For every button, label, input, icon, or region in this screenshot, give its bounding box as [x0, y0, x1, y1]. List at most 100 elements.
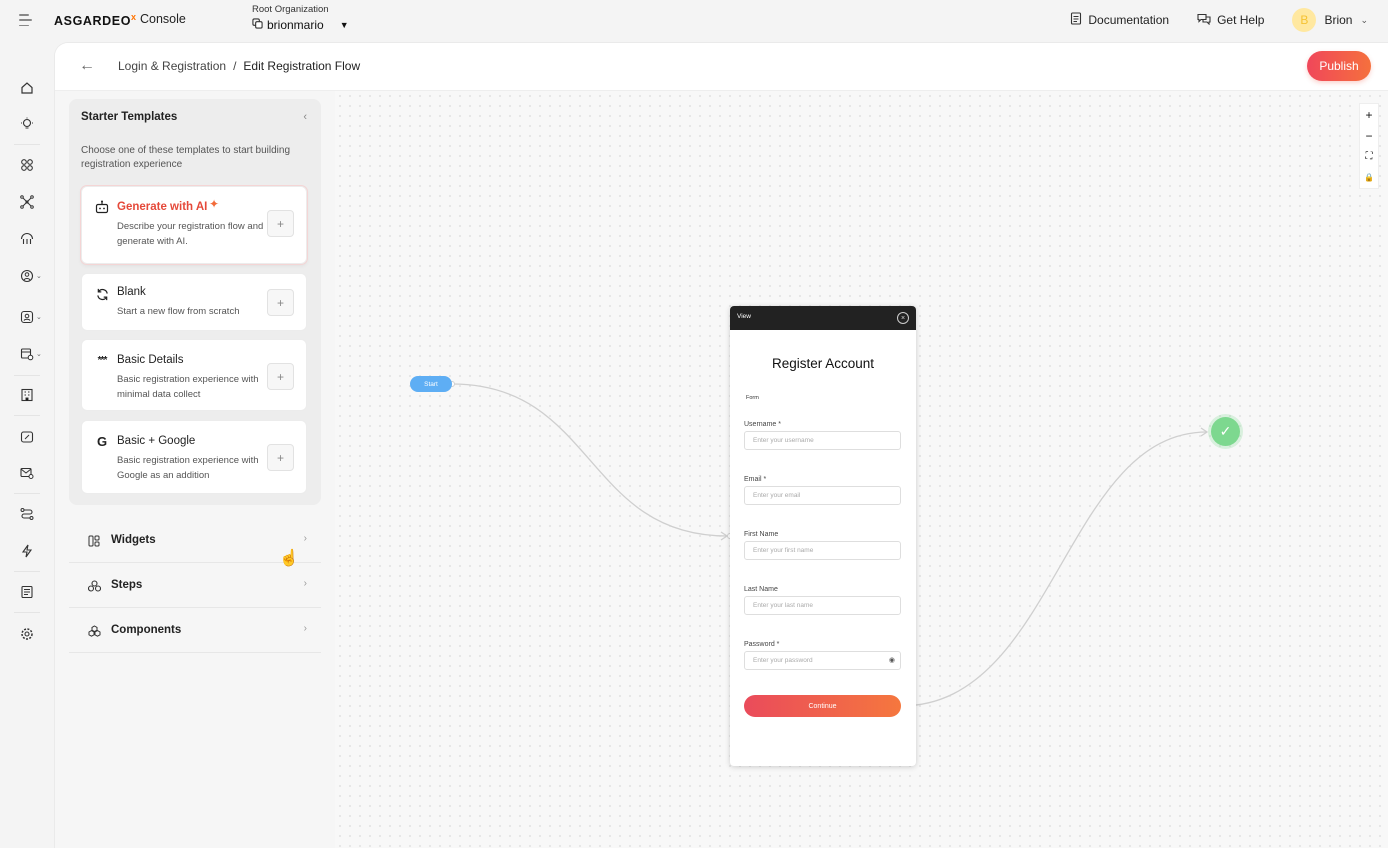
chevron-right-icon: ›: [303, 623, 307, 634]
template-description: Start a new flow from scratch: [117, 306, 240, 317]
publish-button[interactable]: Publish: [1307, 51, 1371, 81]
documentation-link[interactable]: Documentation: [1070, 12, 1169, 28]
applications-icon[interactable]: [19, 157, 35, 173]
starter-templates-panel: Starter Templates ‹ Choose one of these …: [69, 99, 321, 505]
breadcrumb-current: Edit Registration Flow: [243, 59, 361, 73]
section-label: Components: [111, 624, 182, 636]
password-dots-icon: ***: [97, 354, 108, 366]
page-header: ← Login & Registration / Edit Registrati…: [55, 43, 1388, 91]
user-menu[interactable]: B Brion ⌄: [1292, 8, 1368, 32]
template-title: Basic Details: [117, 354, 184, 366]
user-management-icon[interactable]: [19, 268, 35, 284]
fit-view-button[interactable]: ⛶: [1360, 146, 1378, 167]
section-steps[interactable]: Steps ›: [69, 564, 321, 608]
template-card-basic-details[interactable]: *** Basic Details Basic registration exp…: [81, 339, 307, 411]
logo[interactable]: ASGARDEOx: [54, 12, 137, 28]
database-icon[interactable]: [19, 346, 35, 362]
last-name-field[interactable]: Enter your last name: [744, 596, 901, 615]
eye-icon[interactable]: ◉: [889, 656, 895, 664]
checkmark-icon: ✓: [1219, 423, 1232, 439]
back-arrow-icon[interactable]: ←: [79, 57, 95, 75]
product-name: Console: [140, 12, 186, 26]
section-components[interactable]: Components ›: [69, 609, 321, 653]
template-title: Blank: [117, 286, 146, 298]
email-settings-icon[interactable]: [19, 465, 35, 481]
add-template-button[interactable]: +: [267, 363, 294, 390]
logs-icon[interactable]: [19, 584, 35, 600]
flows-icon[interactable]: [19, 506, 35, 522]
chevron-down-icon: ⌄: [36, 351, 42, 358]
user-name: Brion: [1324, 13, 1353, 27]
add-template-button[interactable]: +: [267, 444, 294, 471]
breadcrumb-parent[interactable]: Login & Registration: [118, 59, 226, 73]
field-label: Username *: [744, 421, 781, 428]
template-description: Describe your registration flow and gene…: [117, 221, 264, 247]
get-help-link[interactable]: Get Help: [1197, 13, 1264, 28]
zoom-in-button[interactable]: +: [1360, 104, 1378, 125]
settings-gear-icon[interactable]: [19, 626, 35, 642]
branding-icon[interactable]: [19, 429, 35, 445]
left-nav: ⌄ ⌄ ⌄: [0, 42, 54, 848]
chevron-left-icon[interactable]: ‹: [303, 111, 307, 123]
template-card-ai[interactable]: Generate with AI ✦ Describe your registr…: [81, 186, 307, 264]
view-node-label: View: [737, 313, 751, 320]
org-switcher[interactable]: brionmario ▼: [252, 18, 349, 32]
section-label: Widgets: [111, 534, 156, 546]
template-description: Basic registration experience with minim…: [117, 374, 259, 400]
top-bar: ASGARDEOx Console Root Organization brio…: [0, 0, 1388, 42]
add-template-button[interactable]: +: [267, 289, 294, 316]
flow-canvas[interactable]: + − ⛶ 🔒 Start View × Register Account Fo…: [335, 91, 1388, 848]
documentation-label: Documentation: [1088, 13, 1170, 27]
zoom-out-button[interactable]: −: [1360, 125, 1378, 146]
get-help-label: Get Help: [1217, 13, 1265, 27]
add-template-button[interactable]: +: [267, 210, 294, 237]
actions-icon[interactable]: [19, 543, 35, 559]
form-heading: Register Account: [771, 356, 875, 371]
ai-robot-icon: [94, 199, 110, 215]
home-icon[interactable]: [19, 80, 35, 96]
view-node[interactable]: View × Register Account Form Username * …: [730, 306, 916, 766]
chevron-down-icon: ⌄: [1360, 14, 1368, 25]
edge-view-to-end: [900, 431, 1208, 707]
username-field[interactable]: Enter your username: [744, 431, 901, 450]
password-field[interactable]: Enter your password ◉: [744, 651, 901, 670]
chevron-down-icon: ▼: [339, 20, 349, 30]
hand-pointer-icon: ☝: [279, 550, 299, 567]
connections-icon[interactable]: [19, 194, 35, 210]
panel-description: Choose one of these templates to start b…: [81, 145, 291, 170]
field-label: Email *: [744, 476, 767, 483]
widgets-icon: [87, 534, 101, 548]
bulb-icon[interactable]: [19, 116, 35, 132]
template-card-blank[interactable]: Blank Start a new flow from scratch +: [81, 273, 307, 331]
steps-icon: [87, 579, 101, 593]
close-icon[interactable]: ×: [897, 312, 909, 324]
sparkle-icon: ✦: [209, 197, 220, 211]
api-resources-icon[interactable]: [19, 231, 35, 247]
continue-button[interactable]: Continue: [744, 695, 901, 717]
end-node[interactable]: ✓: [1211, 417, 1240, 446]
chevron-down-icon: ⌄: [36, 314, 42, 321]
first-name-field[interactable]: Enter your first name: [744, 541, 901, 560]
field-label: Last Name: [744, 586, 778, 593]
form-label: Form: [746, 395, 759, 401]
field-label: Password *: [744, 641, 780, 648]
user-attributes-icon[interactable]: [19, 309, 35, 325]
template-title: Generate with AI: [117, 201, 208, 213]
template-title: Basic + Google: [117, 435, 196, 447]
section-label: Steps: [111, 579, 143, 591]
main-panel: ← Login & Registration / Edit Registrati…: [54, 42, 1388, 848]
template-card-basic-google[interactable]: G Basic + Google Basic registration expe…: [81, 420, 307, 494]
chevron-right-icon: ›: [303, 578, 307, 589]
lock-button[interactable]: 🔒: [1360, 167, 1378, 188]
org-icon: [252, 18, 263, 32]
org-name: brionmario: [267, 18, 324, 32]
template-description: Basic registration experience with Googl…: [117, 455, 259, 481]
chevron-right-icon: ›: [303, 533, 307, 544]
menu-icon[interactable]: [19, 13, 33, 27]
view-node-header: View ×: [730, 306, 916, 330]
email-field[interactable]: Enter your email: [744, 486, 901, 505]
components-icon: [87, 624, 101, 638]
organizations-icon[interactable]: [19, 387, 35, 403]
start-node[interactable]: Start: [410, 376, 452, 392]
breadcrumb-separator: /: [233, 59, 237, 73]
